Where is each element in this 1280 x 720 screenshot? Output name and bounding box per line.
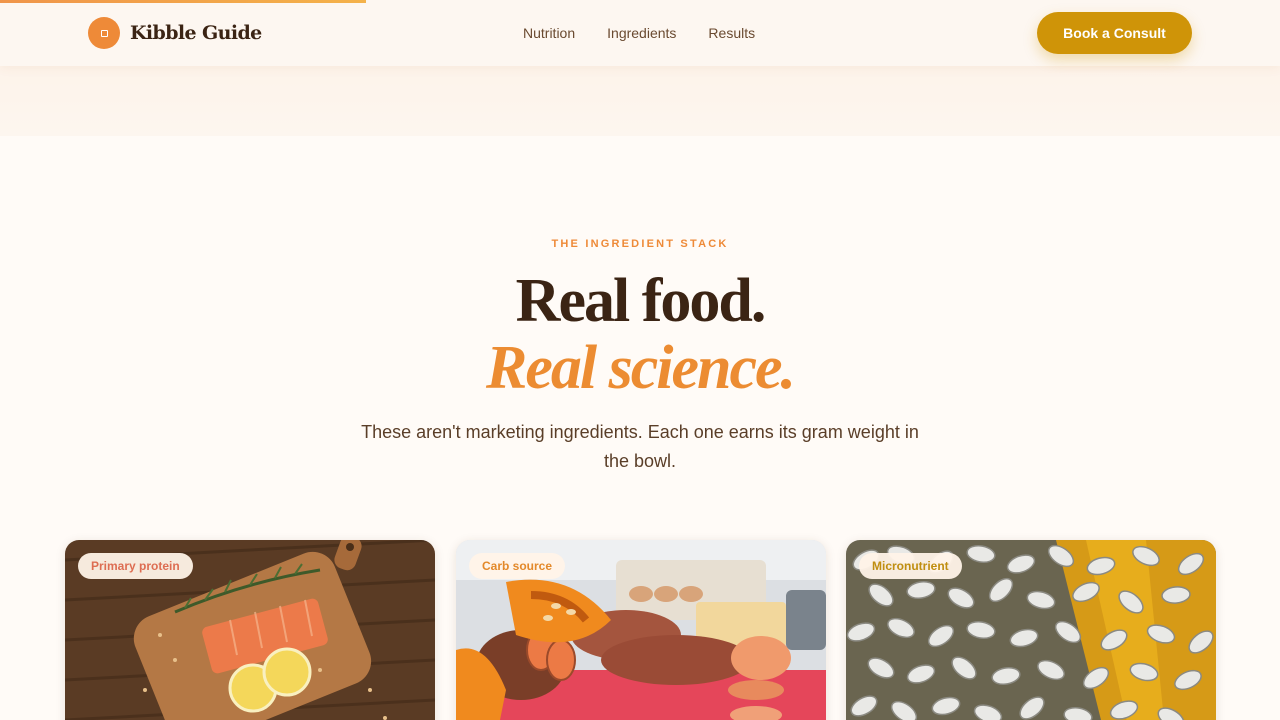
section-title-accent: Real science. [485,334,796,402]
ingredient-card-protein[interactable]: Primary protein [65,540,435,720]
card-badge-protein: Primary protein [78,553,193,579]
main-nav: Nutrition Ingredients Results [523,24,787,42]
nav-link-ingredients[interactable]: Ingredients [607,24,676,42]
book-consult-button[interactable]: Book a Consult [1037,12,1192,54]
section-subtitle: These aren't marketing ingredients. Each… [361,422,919,471]
site-header: Kibble Guide Nutrition Ingredients Resul… [0,0,1280,66]
ingredient-card-carb[interactable]: Carb source [456,540,826,720]
ingredient-card-micronutrient[interactable]: Micronutrient [846,540,1216,720]
header-band [0,66,1280,136]
section-eyebrow: THE INGREDIENT STACK [551,238,729,250]
logo-icon [88,17,120,49]
scroll-progress-bar [0,0,366,3]
brand[interactable]: Kibble Guide [88,17,262,49]
section-title: Real food. [515,267,767,335]
brand-name: Kibble Guide [130,22,262,44]
card-badge-micronutrient: Micronutrient [859,553,962,579]
nav-link-nutrition[interactable]: Nutrition [523,24,575,42]
card-badge-carb: Carb source [469,553,566,579]
nav-link-results[interactable]: Results [708,24,755,42]
